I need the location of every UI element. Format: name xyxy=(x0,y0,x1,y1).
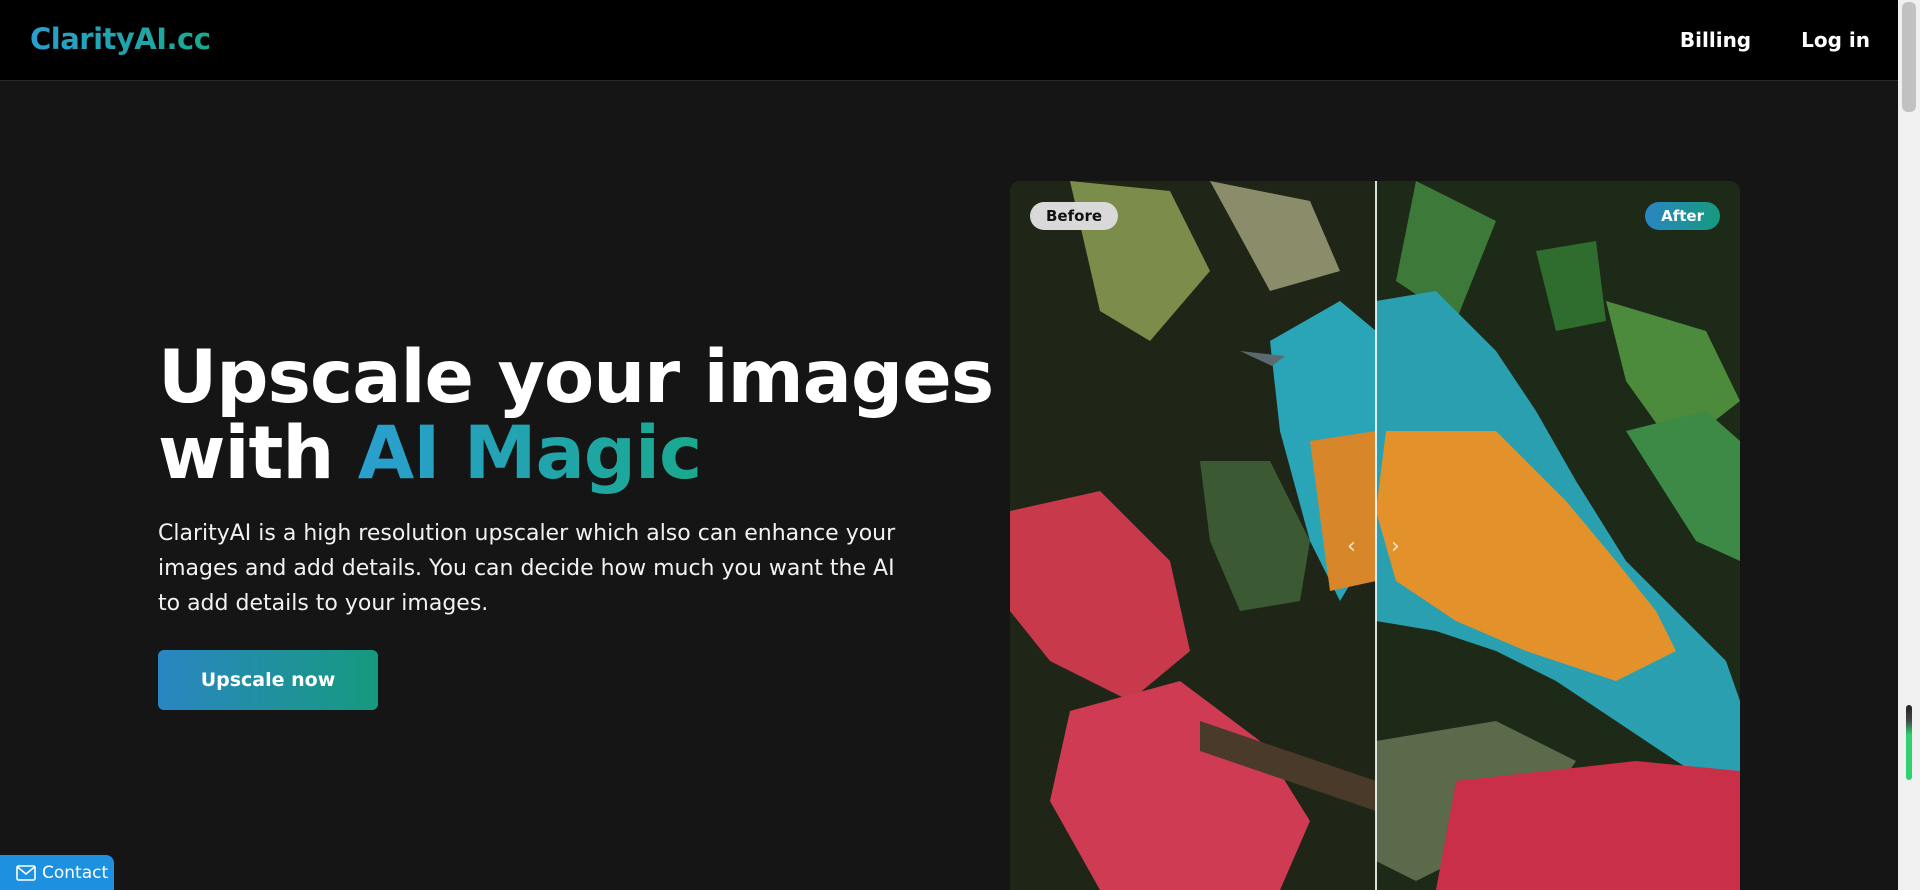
before-image xyxy=(1010,181,1376,890)
mail-icon xyxy=(16,864,36,881)
contact-label: Contact xyxy=(42,862,109,883)
top-navigation-bar: ClarityAI.cc Billing Log in xyxy=(0,0,1898,81)
page-scrollbar[interactable] xyxy=(1898,0,1920,890)
contact-button[interactable]: Contact xyxy=(0,855,114,890)
nav-links: Billing Log in xyxy=(1680,28,1870,52)
hero-title: Upscale your images with AI Magic xyxy=(158,340,994,492)
nav-login-link[interactable]: Log in xyxy=(1801,28,1870,52)
after-badge: After xyxy=(1645,202,1720,230)
scroll-progress-indicator xyxy=(1906,705,1912,780)
hero-description: ClarityAI is a high resolution upscaler … xyxy=(158,521,896,616)
hero-title-line1: Upscale your images xyxy=(158,335,994,420)
scrollbar-thumb[interactable] xyxy=(1902,2,1916,112)
hero-title-line2-prefix: with xyxy=(158,411,358,496)
chevron-left-icon[interactable]: ‹ xyxy=(1347,534,1356,559)
comparison-divider[interactable] xyxy=(1375,181,1377,890)
nav-billing-link[interactable]: Billing xyxy=(1680,28,1751,52)
after-image xyxy=(1376,181,1740,890)
chevron-right-icon[interactable]: › xyxy=(1391,534,1400,559)
before-after-comparison[interactable]: ‹ › Before After xyxy=(1010,181,1740,890)
hero-title-highlight: AI Magic xyxy=(357,411,703,496)
upscale-now-button[interactable]: Upscale now xyxy=(158,650,378,710)
site-logo[interactable]: ClarityAI.cc xyxy=(30,22,211,56)
before-badge: Before xyxy=(1030,202,1119,230)
